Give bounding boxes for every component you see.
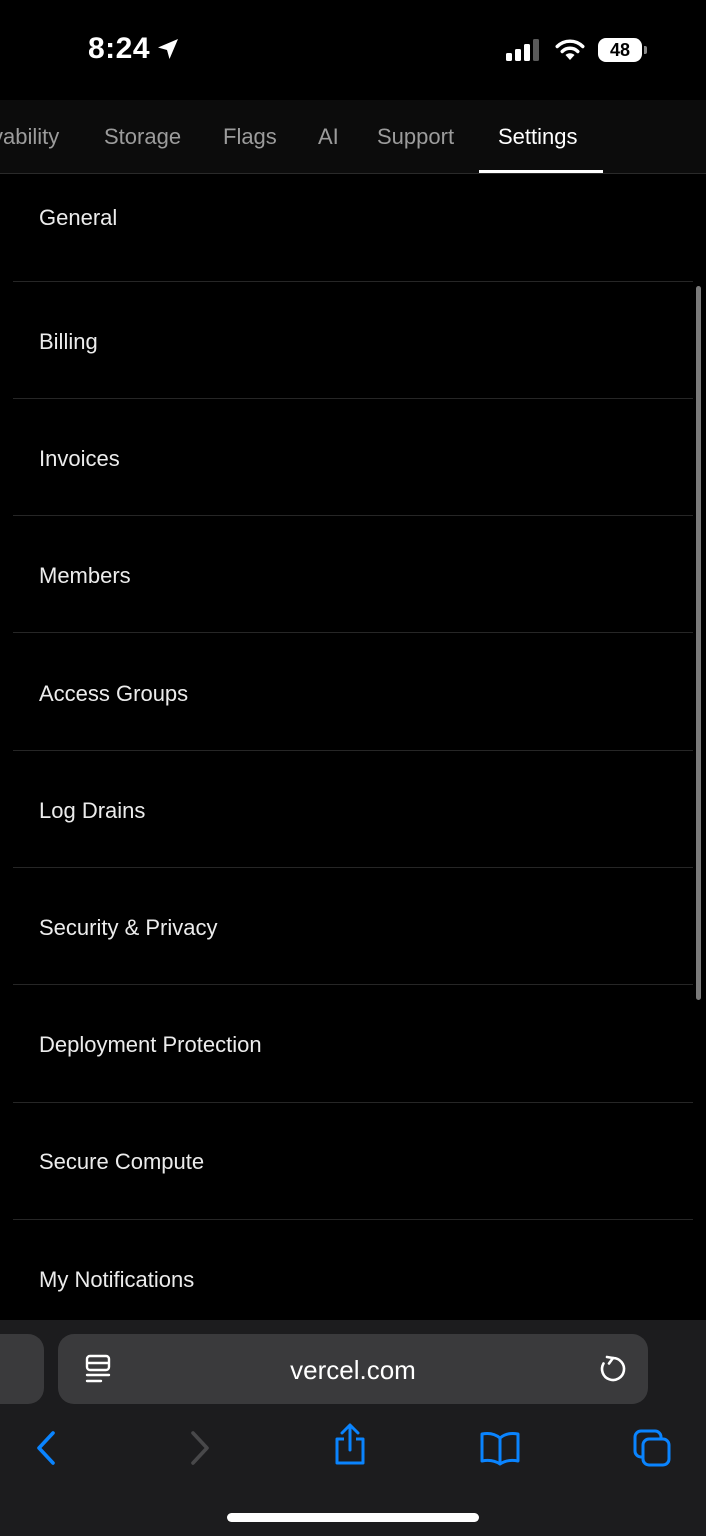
tab-support[interactable]: Support	[377, 100, 454, 173]
settings-item-deployment-protection[interactable]: Deployment Protection	[13, 986, 693, 1103]
tab-observability[interactable]: vability	[0, 100, 59, 173]
tab-storage[interactable]: Storage	[104, 100, 181, 173]
settings-item-general[interactable]: General	[13, 174, 693, 282]
settings-item-label: General	[39, 205, 118, 230]
settings-item-invoices[interactable]: Invoices	[13, 399, 693, 516]
forward-icon	[191, 1431, 209, 1465]
forward-button[interactable]	[178, 1426, 222, 1470]
share-button[interactable]	[328, 1422, 372, 1466]
settings-item-access-groups[interactable]: Access Groups	[13, 634, 693, 751]
top-nav-tabs: vability Storage Flags AI Support Settin…	[0, 100, 706, 174]
settings-item-label: Invoices	[39, 446, 120, 471]
wifi-icon	[555, 39, 585, 60]
status-bar: 8:24 48	[0, 0, 706, 100]
cellular-signal-icon	[506, 39, 539, 61]
status-indicators: 48	[506, 38, 647, 62]
active-tab-indicator	[479, 170, 603, 173]
battery-level: 48	[609, 39, 631, 60]
reload-icon[interactable]	[598, 1354, 628, 1384]
clock: 8:24	[88, 32, 151, 65]
settings-item-label: Security & Privacy	[39, 915, 218, 940]
tabs-icon	[633, 1429, 671, 1467]
settings-item-security-privacy[interactable]: Security & Privacy	[13, 868, 693, 985]
settings-item-log-drains[interactable]: Log Drains	[13, 751, 693, 868]
home-indicator[interactable]	[227, 1513, 479, 1522]
settings-item-label: Secure Compute	[39, 1149, 205, 1174]
scrollbar[interactable]	[696, 286, 701, 1000]
battery-indicator: 48	[598, 38, 647, 62]
settings-item-label: Access Groups	[39, 681, 189, 706]
tab-flags[interactable]: Flags	[223, 100, 277, 173]
url-text[interactable]: vercel.com	[58, 1334, 648, 1404]
share-icon	[335, 1423, 365, 1465]
tabs-button[interactable]	[630, 1426, 674, 1470]
settings-item-label: Members	[39, 563, 131, 588]
settings-item-members[interactable]: Members	[13, 516, 693, 633]
location-arrow-icon	[158, 39, 179, 59]
tab-settings[interactable]: Settings	[498, 100, 578, 173]
address-bar[interactable]: vercel.com	[58, 1334, 648, 1404]
bookmarks-button[interactable]	[478, 1426, 522, 1470]
previous-tab-preview[interactable]	[0, 1334, 44, 1404]
tab-ai[interactable]: AI	[318, 100, 339, 173]
browser-toolbar: vercel.com	[0, 1320, 706, 1536]
status-time: 8:24	[88, 32, 180, 66]
settings-item-label: Deployment Protection	[39, 1032, 262, 1057]
back-icon	[37, 1431, 55, 1465]
settings-item-label: My Notifications	[39, 1267, 195, 1292]
settings-item-label: Billing	[39, 329, 98, 354]
settings-item-my-notifications[interactable]: My Notifications	[13, 1220, 693, 1320]
settings-item-secure-compute[interactable]: Secure Compute	[13, 1103, 693, 1220]
back-button[interactable]	[24, 1426, 68, 1470]
settings-item-billing[interactable]: Billing	[13, 282, 693, 399]
settings-menu: General Billing Invoices Members Access …	[0, 174, 706, 1320]
bookmarks-icon	[480, 1432, 520, 1466]
settings-item-label: Log Drains	[39, 798, 146, 823]
